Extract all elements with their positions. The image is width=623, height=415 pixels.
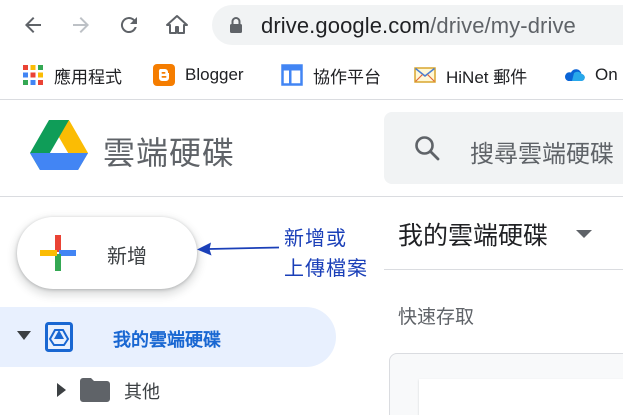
blogger-icon	[153, 64, 175, 86]
arrow-right-icon	[73, 17, 89, 33]
search-icon[interactable]	[414, 135, 440, 161]
reload-icon	[120, 17, 137, 34]
mail-envelope-icon	[414, 67, 436, 83]
bookmarks-bar: 應用程式 Blogger 協作平台 HiNet 郵件 On	[0, 50, 623, 100]
annotation-arrow-icon	[197, 242, 280, 256]
bookmark-label: 應用程式	[54, 67, 122, 87]
onedrive-cloud-icon	[564, 69, 585, 82]
plus-icon	[40, 235, 76, 271]
forward-button[interactable]	[65, 9, 97, 41]
file-preview	[419, 379, 623, 415]
caret-right-icon[interactable]	[57, 383, 66, 397]
address-bar[interactable]: drive.google.com/drive/my-drive	[212, 5, 623, 45]
reload-button[interactable]	[113, 9, 145, 41]
url-text: drive.google.com/drive/my-drive	[261, 13, 576, 39]
folder-icon	[80, 378, 110, 402]
app-title: 雲端硬碟	[103, 135, 236, 171]
bookmark-hinet-mail[interactable]: HiNet 郵件	[414, 63, 527, 87]
back-button[interactable]	[17, 9, 49, 41]
caret-down-icon[interactable]	[576, 230, 592, 239]
bookmark-onedrive[interactable]: On	[563, 63, 618, 87]
google-drive-logo-icon	[30, 120, 88, 170]
bookmark-apps[interactable]: 應用程式	[22, 63, 122, 87]
sidebar-item-label: 其他	[124, 382, 160, 402]
url-host: drive.google.com	[261, 13, 431, 38]
annotation-line: 上傳檔案	[284, 258, 368, 280]
annotation-text: 新增或 上傳檔案	[284, 224, 368, 284]
home-button[interactable]	[161, 9, 193, 41]
sites-icon	[281, 64, 303, 86]
bookmark-sites[interactable]: 協作平台	[281, 63, 381, 87]
annotation-line: 新增或	[284, 228, 347, 250]
search-input[interactable]: 搜尋雲端硬碟	[384, 112, 623, 184]
divider	[384, 269, 623, 270]
section-label-quick-access: 快速存取	[398, 307, 475, 328]
new-button[interactable]: 新增	[17, 217, 197, 289]
drive-icon	[45, 322, 73, 352]
drive-header: 雲端硬碟 搜尋雲端硬碟	[0, 101, 623, 197]
bookmark-label: On	[595, 65, 618, 84]
home-icon	[166, 15, 188, 34]
page-title[interactable]: 我的雲端硬碟	[398, 216, 548, 252]
bookmark-blogger[interactable]: Blogger	[153, 63, 244, 87]
bookmark-label: HiNet 郵件	[446, 67, 528, 87]
search-placeholder: 搜尋雲端硬碟	[470, 141, 614, 168]
bookmark-label: Blogger	[185, 65, 244, 84]
bookmark-label: 協作平台	[313, 67, 381, 87]
url-path: /drive/my-drive	[430, 13, 576, 38]
browser-toolbar: drive.google.com/drive/my-drive	[0, 0, 623, 50]
apps-grid-icon	[23, 65, 43, 85]
sidebar-item-label: 我的雲端硬碟	[113, 330, 221, 350]
sidebar-item-other[interactable]: 其他	[0, 370, 336, 410]
lock-icon	[230, 17, 242, 33]
sidebar-item-my-drive[interactable]: 我的雲端硬碟	[0, 307, 336, 367]
arrow-left-icon	[25, 17, 41, 33]
new-button-label: 新增	[107, 246, 147, 268]
caret-down-icon[interactable]	[17, 331, 31, 341]
